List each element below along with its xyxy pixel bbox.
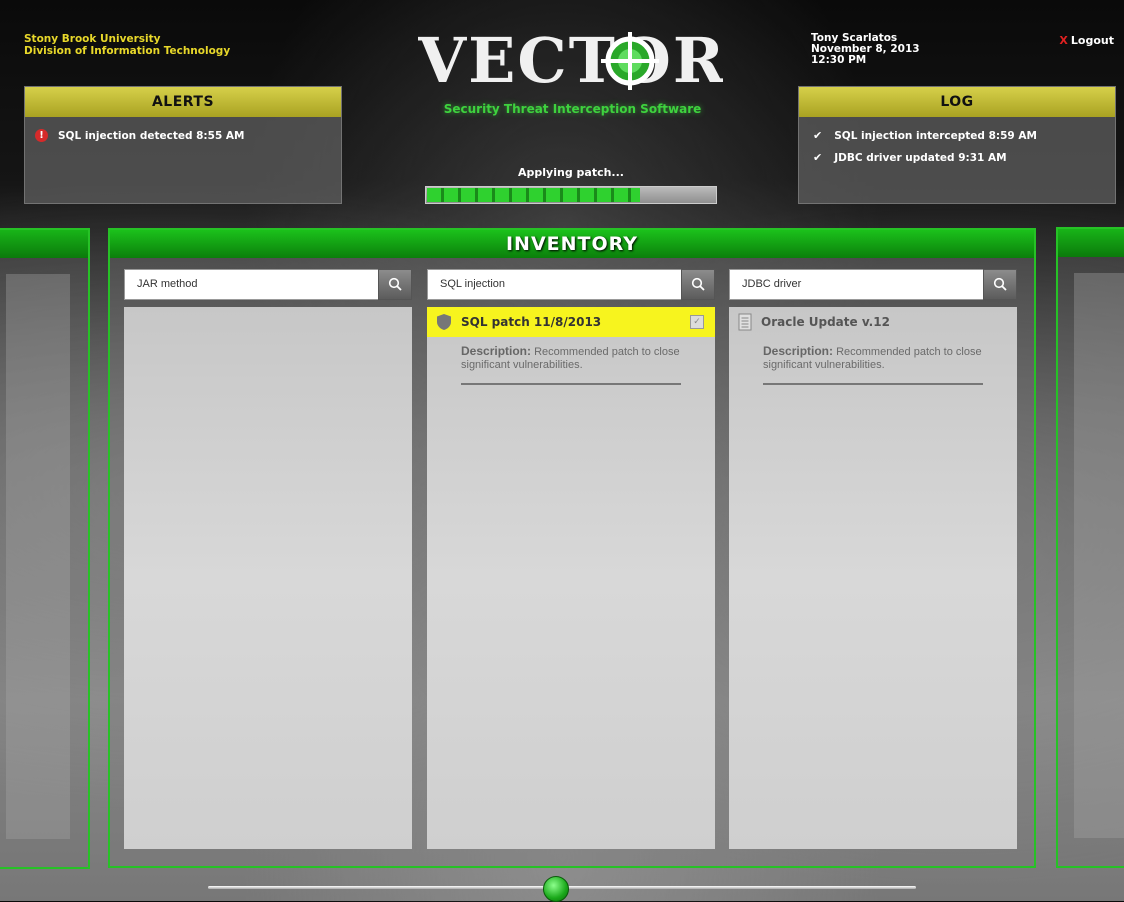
description-label: Description:	[763, 344, 834, 358]
previous-panel-header	[0, 230, 88, 258]
item-checkbox[interactable]: ✓	[690, 315, 704, 329]
previous-panel[interactable]	[0, 228, 90, 869]
close-icon: X	[1059, 34, 1068, 47]
list-item[interactable]: Oracle Update v.12	[729, 307, 1017, 337]
search-box	[427, 269, 715, 300]
log-panel: LOG ✔ SQL injection intercepted 8:59 AM …	[798, 86, 1116, 204]
logout-label: Logout	[1070, 34, 1114, 47]
next-panel[interactable]	[1056, 227, 1124, 868]
search-button[interactable]	[681, 269, 715, 300]
search-input[interactable]	[125, 270, 382, 297]
log-title: LOG	[799, 87, 1115, 117]
current-time: 12:30 PM	[811, 54, 867, 66]
logout-button[interactable]: X Logout	[1059, 34, 1114, 47]
alerts-title: ALERTS	[25, 87, 341, 117]
search-box	[729, 269, 1017, 300]
log-entry: ✔ JDBC driver updated 9:31 AM	[809, 151, 1115, 164]
logo-graphic: VECTOR	[417, 24, 724, 97]
inventory-panel: INVENTORY SQL patch 11/8/2013 ✓ Descrip	[108, 228, 1036, 868]
check-icon: ✔	[813, 151, 823, 164]
carousel-slider-handle[interactable]	[543, 876, 569, 902]
log-text: JDBC driver updated 9:31 AM	[834, 151, 1007, 164]
document-icon	[738, 313, 752, 331]
tagline: Security Threat Interception Software	[443, 102, 702, 116]
patch-progress-bar	[425, 186, 717, 204]
next-panel-body	[1074, 273, 1124, 838]
search-icon	[388, 277, 402, 291]
list-item[interactable]: SQL patch 11/8/2013 ✓	[427, 307, 715, 337]
next-panel-header	[1058, 229, 1124, 257]
user-info: Tony Scarlatos November 8, 2013 12:30 PM	[811, 33, 920, 66]
search-icon	[993, 277, 1007, 291]
log-text: SQL injection intercepted 8:59 AM	[834, 129, 1037, 142]
item-description: Description: Recommended patch to close …	[729, 337, 1017, 372]
search-box	[124, 269, 412, 300]
divider	[763, 383, 983, 385]
logo-wordmark: VECTOR	[418, 28, 723, 90]
results-list: Oracle Update v.12 Description: Recommen…	[729, 307, 1017, 849]
inventory-column	[124, 269, 412, 849]
alerts-panel: ALERTS ! SQL injection detected 8:55 AM	[24, 86, 342, 204]
patch-status-label: Applying patch...	[518, 166, 624, 179]
alert-entry: ! SQL injection detected 8:55 AM	[35, 129, 341, 142]
alert-icon: !	[35, 129, 48, 142]
log-entry: ✔ SQL injection intercepted 8:59 AM	[809, 129, 1115, 142]
item-title: SQL patch 11/8/2013	[461, 315, 602, 329]
search-input[interactable]	[428, 270, 685, 297]
inventory-column: SQL patch 11/8/2013 ✓ Description: Recom…	[427, 269, 715, 849]
item-description: Description: Recommended patch to close …	[427, 337, 715, 372]
description-label: Description:	[461, 344, 532, 358]
search-input[interactable]	[730, 270, 987, 297]
shield-icon	[437, 314, 451, 330]
previous-panel-body	[6, 274, 70, 839]
organization-label: Stony Brook University Division of Infor…	[24, 33, 230, 57]
check-icon: ✔	[813, 129, 823, 142]
patch-progress-fill	[427, 188, 640, 202]
item-title: Oracle Update v.12	[761, 315, 890, 329]
alert-text: SQL injection detected 8:55 AM	[58, 129, 245, 142]
search-icon	[691, 277, 705, 291]
search-button[interactable]	[378, 269, 412, 300]
results-list: SQL patch 11/8/2013 ✓ Description: Recom…	[427, 307, 715, 849]
results-list	[124, 307, 412, 849]
division-name: Division of Information Technology	[24, 45, 231, 57]
divider	[461, 383, 681, 385]
inventory-column: Oracle Update v.12 Description: Recommen…	[729, 269, 1017, 849]
vector-logo: VECTOR	[417, 24, 724, 97]
organization-name: Stony Brook University	[24, 33, 161, 45]
search-button[interactable]	[983, 269, 1017, 300]
inventory-title: INVENTORY	[110, 230, 1034, 258]
